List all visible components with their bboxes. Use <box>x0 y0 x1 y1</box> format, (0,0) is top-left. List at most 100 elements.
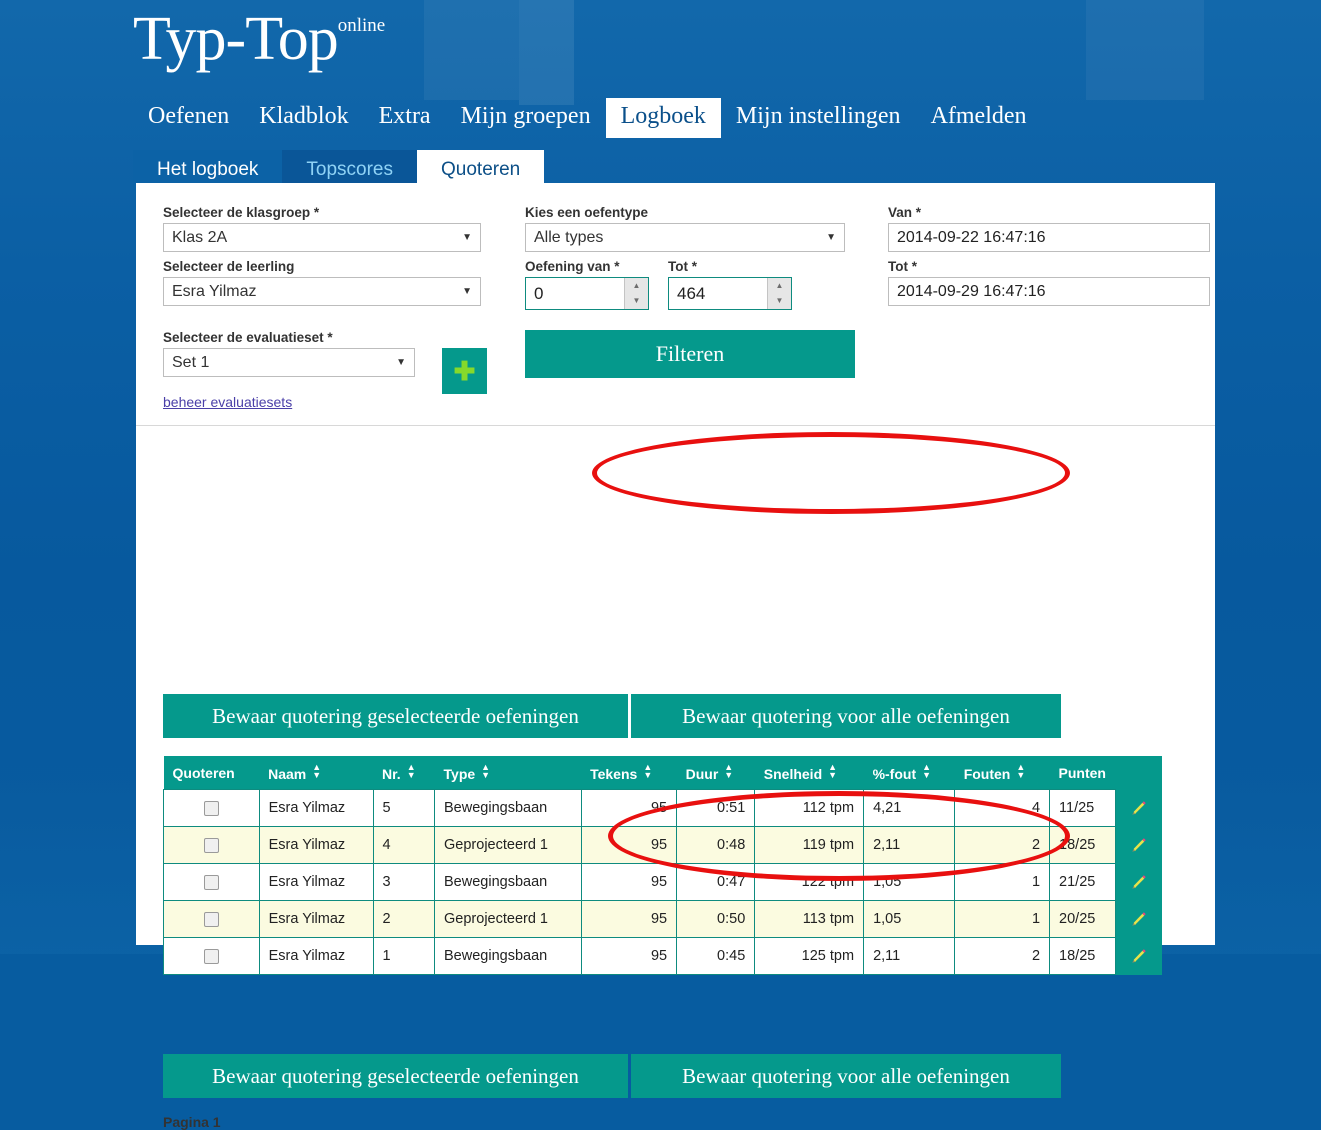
column-header-quoteren[interactable]: Quoteren <box>163 756 260 790</box>
column-header-snelheid[interactable]: Snelheid ▲ ▼ <box>754 756 864 790</box>
column-label: Fouten <box>963 766 1011 782</box>
stepper-buttons: ▲ ▼ <box>624 278 648 309</box>
sort-icon[interactable]: ▲ ▼ <box>1016 763 1025 780</box>
nav-item-oefenen[interactable]: Oefenen <box>133 98 244 138</box>
save-selected-button-top[interactable]: Bewaar quotering geselecteerde oefeninge… <box>163 694 628 738</box>
stepper-oefening-tot-value[interactable]: 464 <box>669 278 767 309</box>
cell-nr: 4 <box>372 826 436 864</box>
select-oefentype[interactable]: Alle types ▼ <box>525 223 845 252</box>
select-klasgroep[interactable]: Klas 2A ▼ <box>163 223 481 252</box>
edit-row-button[interactable] <box>1115 826 1162 864</box>
column-header-type[interactable]: Type ▲ ▼ <box>434 756 582 790</box>
cell-snelheid: 113 tpm <box>754 900 865 938</box>
edit-row-button[interactable] <box>1115 863 1162 901</box>
edit-row-button[interactable] <box>1115 937 1162 975</box>
nav-item-kladblok[interactable]: Kladblok <box>244 98 363 138</box>
column-label: Naam <box>268 766 307 782</box>
column-header-nr[interactable]: Nr. ▲ ▼ <box>373 756 435 790</box>
stepper-up-icon[interactable]: ▲ <box>768 278 791 294</box>
row-checkbox-cell[interactable] <box>163 789 260 827</box>
stepper-oefening-van[interactable]: 0 ▲ ▼ <box>525 277 649 310</box>
cell-fout-pct: 4,21 <box>863 789 956 827</box>
stepper-down-icon[interactable]: ▼ <box>768 294 791 310</box>
cell-fout-pct: 2,11 <box>863 826 956 864</box>
chevron-down-icon: ▼ <box>462 231 472 243</box>
cell-nr: 1 <box>372 937 436 975</box>
filter-button[interactable]: Filteren <box>525 330 855 378</box>
cell-tekens: 95 <box>580 900 678 938</box>
edit-row-button[interactable] <box>1115 789 1162 827</box>
cell-type: Bewegingsbaan <box>434 789 582 827</box>
cell-duur: 0:51 <box>676 789 756 827</box>
results-table: Quoteren Naam ▲ ▼ Nr. ▲ ▼ Type ▲ ▼ Tekens ▲ ▼ Du… <box>163 756 1162 975</box>
save-all-button-bottom[interactable]: Bewaar quotering voor alle oefeningen <box>631 1054 1061 1098</box>
cell-type: Geprojecteerd 1 <box>434 826 582 864</box>
row-checkbox[interactable] <box>203 800 219 816</box>
cell-fouten: 1 <box>954 863 1051 901</box>
nav-item-extra[interactable]: Extra <box>364 98 446 138</box>
row-checkbox-cell[interactable] <box>163 826 260 864</box>
sort-icon[interactable]: ▲ ▼ <box>312 763 321 780</box>
row-checkbox-cell[interactable] <box>163 900 260 938</box>
cell-fouten: 4 <box>954 789 1051 827</box>
row-checkbox-cell[interactable] <box>163 937 260 975</box>
save-selected-button-bottom[interactable]: Bewaar quotering geselecteerde oefeninge… <box>163 1054 628 1098</box>
row-checkbox[interactable] <box>203 948 219 964</box>
cell-tekens: 95 <box>580 937 678 975</box>
select-leerling[interactable]: Esra Yilmaz ▼ <box>163 277 481 306</box>
column-header-fout-pct[interactable]: %-fout ▲ ▼ <box>863 756 955 790</box>
beheer-evaluatiesets-link[interactable]: beheer evaluatiesets <box>163 394 292 410</box>
stepper-down-icon[interactable]: ▼ <box>625 294 648 310</box>
nav-item-mijn-instellingen[interactable]: Mijn instellingen <box>721 98 916 138</box>
select-evaluatieset[interactable]: Set 1 ▼ <box>163 348 415 377</box>
field-klasgroep: Selecteer de klasgroep * Klas 2A ▼ <box>163 205 481 252</box>
row-checkbox[interactable] <box>203 837 219 853</box>
chevron-down-icon: ▼ <box>396 356 406 368</box>
row-checkbox-cell[interactable] <box>163 863 260 901</box>
field-tot-datum: Tot * 2014-09-29 16:47:16 <box>888 259 1210 306</box>
add-evaluatieset-button[interactable]: ✚ <box>442 348 487 394</box>
cell-fout-pct: 2,11 <box>863 937 956 975</box>
label-tot-datum: Tot * <box>888 259 917 274</box>
row-checkbox[interactable] <box>203 874 219 890</box>
column-label: Quoteren <box>172 764 235 781</box>
sort-icon[interactable]: ▲ ▼ <box>724 763 733 780</box>
cell-nr: 3 <box>372 863 436 901</box>
input-van-datum[interactable]: 2014-09-22 16:47:16 <box>888 223 1210 252</box>
input-tot-datum[interactable]: 2014-09-29 16:47:16 <box>888 277 1210 306</box>
save-all-button-top[interactable]: Bewaar quotering voor alle oefeningen <box>631 694 1061 738</box>
row-checkbox[interactable] <box>203 911 219 927</box>
stepper-up-icon[interactable]: ▲ <box>625 278 648 294</box>
nav-item-mijn-groepen[interactable]: Mijn groepen <box>446 98 606 138</box>
site-logo[interactable]: Typ-Toponline <box>133 8 385 70</box>
sort-icon[interactable]: ▲ ▼ <box>481 763 490 780</box>
table-row: Esra Yilmaz 2 Geprojecteerd 1 95 0:50 113 tpm… <box>163 900 1162 938</box>
column-header-tekens[interactable]: Tekens ▲ ▼ <box>581 756 677 790</box>
stepper-oefening-tot[interactable]: 464 ▲ ▼ <box>668 277 792 310</box>
cell-punten: 11/25 <box>1049 789 1116 827</box>
nav-item-logboek[interactable]: Logboek <box>605 98 721 138</box>
cell-type: Bewegingsbaan <box>434 937 582 975</box>
table-body: Esra Yilmaz 5 Bewegingsbaan 95 0:51 112 tpm 4,… <box>163 789 1162 975</box>
sort-icon[interactable]: ▲ ▼ <box>643 763 652 780</box>
nav-item-afmelden[interactable]: Afmelden <box>916 98 1042 138</box>
column-header-punten[interactable]: Punten <box>1049 756 1162 790</box>
cell-tekens: 95 <box>580 789 678 827</box>
edit-row-button[interactable] <box>1115 900 1162 938</box>
column-header-duur[interactable]: Duur ▲ ▼ <box>676 756 755 790</box>
cell-duur: 0:50 <box>676 900 756 938</box>
cell-punten: 21/25 <box>1049 863 1116 901</box>
cell-fouten: 1 <box>954 900 1051 938</box>
sort-icon[interactable]: ▲ ▼ <box>828 763 837 780</box>
field-evaluatieset: Selecteer de evaluatieset * Set 1 ▼ <box>163 330 415 377</box>
column-header-naam[interactable]: Naam ▲ ▼ <box>259 756 374 790</box>
sort-icon[interactable]: ▲ ▼ <box>922 763 931 780</box>
column-label: Tekens <box>590 766 638 782</box>
logo-text: Typ-Top <box>133 5 339 73</box>
stepper-oefening-van-value[interactable]: 0 <box>526 278 624 309</box>
cell-naam: Esra Yilmaz <box>258 900 374 938</box>
column-header-fouten[interactable]: Fouten ▲ ▼ <box>954 756 1050 790</box>
sort-icon[interactable]: ▲ ▼ <box>407 763 416 780</box>
label-oefening-tot: Tot * <box>668 259 697 274</box>
column-label: Nr. <box>382 766 401 782</box>
